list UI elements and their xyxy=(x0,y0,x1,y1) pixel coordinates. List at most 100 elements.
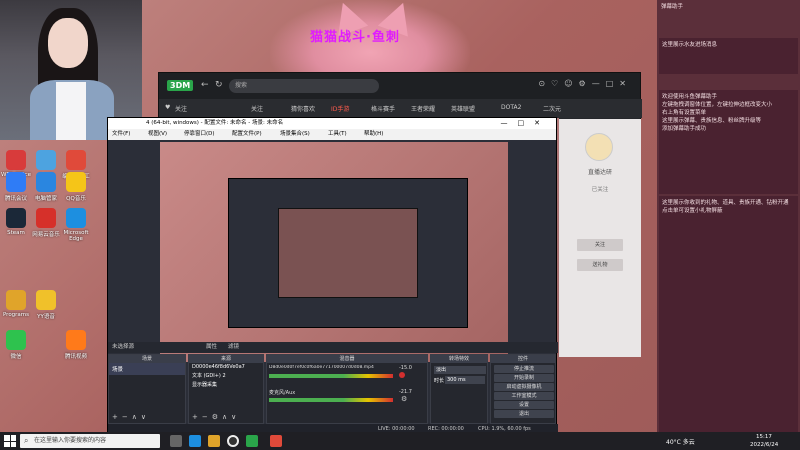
obs-window: 4 (64-bit, windows) - 配置文件: 未命名 - 场景: 未命… xyxy=(107,117,558,435)
chat-message: 这里展示弹幕、贵族信息、粉丝牌升级等 xyxy=(662,118,762,124)
obs-title: 4 (64-bit, windows) - 配置文件: 未命名 - 场景: 未命… xyxy=(108,118,556,129)
transition-select[interactable]: 淡出 xyxy=(434,366,486,374)
obs-menu-item[interactable]: 停靠窗口(D) xyxy=(184,129,215,140)
desktop-icon[interactable]: YY语音 xyxy=(30,290,62,320)
obs-window-controls[interactable]: —□✕ xyxy=(501,119,550,127)
tab-1[interactable]: 猜你喜欢 xyxy=(291,104,315,113)
controls-dock: 控件 停止推流 开始录制 启动虚拟摄像机 工作室模式 设置 退出 xyxy=(490,354,556,424)
obs-menu-item[interactable]: 工具(T) xyxy=(328,129,347,140)
welcome-section: 这里展示水友进场消息 xyxy=(659,38,798,74)
app-icon xyxy=(66,208,86,228)
streamer-name: 直播达研 xyxy=(587,169,612,176)
tab-0[interactable]: 关注 xyxy=(251,104,263,113)
tab-6[interactable]: DOTA2 xyxy=(501,104,521,111)
desktop-icon-label: 微信 xyxy=(10,354,22,360)
desktop-icon[interactable]: 腾讯视频 xyxy=(60,330,92,360)
app-icon xyxy=(36,208,56,228)
no-source-label: 未选择源 xyxy=(112,344,135,350)
desktop-icon-label: 腾讯视频 xyxy=(64,354,87,360)
wallpaper-title: 猫猫战斗·鱼刺 xyxy=(310,30,400,45)
app-icon xyxy=(6,172,26,192)
obs-menu-item[interactable]: 配置文件(P) xyxy=(232,129,262,140)
control-button[interactable]: 退出 xyxy=(494,410,554,418)
sources-dock: 来源 D0000e46f8d6Ve0a7 文本 (GDI+) 2 显示器采集 +−⚙… xyxy=(188,354,264,424)
tab-3[interactable]: 格斗赛手 xyxy=(371,104,395,113)
streamer-sidebar: 直播达研 已关注 关注 送礼物 xyxy=(559,119,641,357)
explorer-icon[interactable] xyxy=(208,435,220,447)
app-logo: 3DM xyxy=(167,80,194,91)
app-icon xyxy=(6,208,26,228)
mixer-track-1-name: D8d0e0d0f7ef0c0f6a0e771700007d0d08.mp4 xyxy=(269,365,374,370)
control-button[interactable]: 开始录制 xyxy=(494,374,554,382)
mixer-title: 混音器 xyxy=(267,355,427,363)
follow-button[interactable]: 关注 xyxy=(577,239,623,251)
follow-icon[interactable]: ♥ xyxy=(165,104,170,111)
weather[interactable]: 40°C 多云 xyxy=(666,437,695,446)
gift-button[interactable]: 送礼物 xyxy=(577,259,623,271)
tab-4[interactable]: 王者荣耀 xyxy=(411,104,435,113)
app-taskbar-icon[interactable] xyxy=(246,435,258,447)
clock-date[interactable]: 2022/6/24 xyxy=(750,442,778,448)
clock-time[interactable]: 15:17 xyxy=(756,434,772,440)
window-controls[interactable]: ⊙♡☺⚙—□✕ xyxy=(538,79,632,88)
desktop-icon[interactable]: Programs xyxy=(0,290,32,318)
chat-header: 弹幕助手 xyxy=(661,4,684,10)
obs-taskbar-icon[interactable] xyxy=(227,435,239,447)
transitions-dock: 转场特效 淡出 时长 300 ms xyxy=(430,354,488,424)
obs-menu-item[interactable]: 帮助(H) xyxy=(364,129,383,140)
source-item[interactable]: 显示器采集 xyxy=(189,380,263,389)
scene-toolbar[interactable]: +−∧∨ xyxy=(112,413,150,421)
obs-menu-item[interactable]: 文件(F) xyxy=(112,129,130,140)
mixer-track-2-settings-icon[interactable]: ⚙ xyxy=(401,395,407,403)
props-button[interactable]: 属性 xyxy=(206,342,217,353)
desktop-icon[interactable]: 微信 xyxy=(0,330,32,360)
chat-message: 欢迎使用斗鱼弹幕助手 xyxy=(662,94,718,100)
desktop-icon-label: YY语音 xyxy=(37,314,55,320)
duration-input[interactable]: 300 ms xyxy=(445,376,485,384)
avatar[interactable] xyxy=(585,133,613,161)
obs-menu-item[interactable]: 视图(V) xyxy=(148,129,167,140)
desktop-icon[interactable]: QQ音乐 xyxy=(60,172,92,202)
refresh-icon[interactable]: ↻ xyxy=(215,80,223,90)
desktop-icon[interactable]: 腾讯会议 xyxy=(0,172,32,202)
edge-icon[interactable] xyxy=(189,435,201,447)
sources-toolbar[interactable]: +−⚙∧∨ xyxy=(192,413,240,421)
desktop-icon[interactable]: 电脑管家 xyxy=(30,172,62,202)
chat-message: 右上角有设置菜单 xyxy=(662,110,707,116)
scene-item[interactable]: 场景 xyxy=(109,363,185,375)
source-item[interactable]: 文本 (GDI+) 2 xyxy=(189,371,263,380)
doc-taskbar-icon[interactable] xyxy=(270,435,282,447)
start-button[interactable] xyxy=(4,435,16,447)
desktop-icon-label: Steam xyxy=(7,230,25,236)
tab-7[interactable]: 二次元 xyxy=(543,104,561,113)
taskbar-search[interactable]: 在这里输入你要搜索的内容 xyxy=(20,434,160,448)
search-input[interactable]: 搜索 xyxy=(229,79,379,93)
follow-label[interactable]: 关注 xyxy=(175,104,187,113)
app-icon xyxy=(66,150,86,170)
scenes-title: 场景 xyxy=(109,355,185,363)
desktop-icon[interactable]: Steam xyxy=(0,208,32,236)
mixer-track-1-mute-icon[interactable] xyxy=(399,372,405,378)
category-tabs: ♥ 关注 关注 猜你喜欢 ID手游 格斗赛手 王者荣耀 英雄联盟 DOTA2 二次元 xyxy=(159,99,642,118)
tab-5[interactable]: 英雄联盟 xyxy=(451,104,475,113)
desktop-icon[interactable]: 网易云音乐 xyxy=(30,208,62,238)
desktop-icon-label: 网易云音乐 xyxy=(32,232,60,238)
sources-title: 来源 xyxy=(189,355,263,363)
desktop-icon[interactable]: Microsoft Edge xyxy=(60,208,92,242)
control-button[interactable]: 启动虚拟摄像机 xyxy=(494,383,554,391)
controls-title: 控件 xyxy=(491,355,555,363)
filter-button[interactable]: 滤镜 xyxy=(228,342,239,353)
gift-section: 这里展示你收到的礼物、道具、贵族开通、钻粉开通 点击单可设置小礼物屏蔽 xyxy=(659,196,798,432)
control-button[interactable]: 停止推流 xyxy=(494,365,554,373)
control-button[interactable]: 设置 xyxy=(494,401,554,409)
back-icon[interactable]: ← xyxy=(201,80,209,90)
tab-2[interactable]: ID手游 xyxy=(331,104,349,113)
taskview-icon[interactable] xyxy=(170,435,182,447)
fans-status: 已关注 xyxy=(591,187,609,193)
obs-menu-item[interactable]: 场景集合(S) xyxy=(280,129,310,140)
source-item[interactable]: D0000e46f8d6Ve0a7 xyxy=(189,363,263,371)
obs-menubar: 文件(F) 视图(V) 停靠窗口(D) 配置文件(P) 场景集合(S) 工具(T) 帮助(H… xyxy=(108,129,556,140)
app-icon xyxy=(66,172,86,192)
app-icon xyxy=(6,150,26,170)
control-button[interactable]: 工作室模式 xyxy=(494,392,554,400)
